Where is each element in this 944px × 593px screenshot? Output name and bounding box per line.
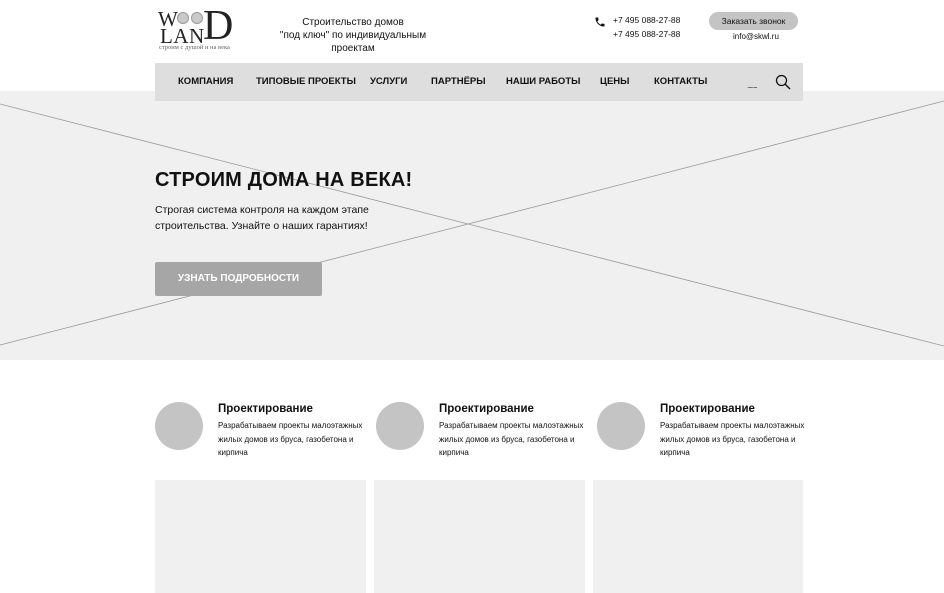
- logo-tagline: строим с душой и на века: [159, 44, 230, 51]
- feature-icon: [597, 402, 645, 450]
- logo[interactable]: W LAN D строим с душой и на века: [157, 3, 239, 55]
- logo-circle-icon: [191, 12, 203, 24]
- feature-item: Проектирование Разрабатываем проекты мал…: [376, 402, 591, 462]
- hero-title: СТРОИМ ДОМА НА ВЕКА!: [155, 169, 413, 191]
- tagline-line2: "под ключ" по индивидуальным проектам: [279, 30, 427, 54]
- phone-numbers: +7 495 088-27-88 +7 495 088-27-88: [613, 14, 680, 41]
- nav-item-our-works[interactable]: НАШИ РАБОТЫ: [506, 76, 580, 88]
- feature-icon: [155, 402, 203, 450]
- project-card-placeholder[interactable]: [593, 480, 803, 593]
- nav-item-company[interactable]: КОМПАНИЯ: [178, 76, 233, 88]
- main-nav: КОМПАНИЯ ТИПОВЫЕ ПРОЕКТЫ УСЛУГИ ПАРТНЁРЫ…: [155, 63, 803, 101]
- project-card-placeholder[interactable]: [374, 480, 585, 593]
- nav-more-dots[interactable]: ........: [747, 81, 758, 90]
- phone-icon: [595, 17, 605, 27]
- feature-text: Разрабатываем проекты малоэтажных жилых …: [439, 421, 584, 457]
- callback-button[interactable]: Заказать звонок: [709, 12, 798, 30]
- email-link[interactable]: info@skwl.ru: [733, 31, 779, 42]
- hero-banner: СТРОИМ ДОМА НА ВЕКА! Строгая система кон…: [0, 91, 944, 360]
- feature-item: Проектирование Разрабатываем проекты мал…: [597, 402, 812, 462]
- learn-more-button[interactable]: УЗНАТЬ ПОДРОБНОСТИ: [155, 262, 322, 296]
- project-card-placeholder[interactable]: [155, 480, 366, 593]
- phone-number-2[interactable]: +7 495 088-27-88: [613, 28, 680, 42]
- feature-text: Разрабатываем проекты малоэтажных жилых …: [218, 421, 363, 457]
- feature-title: Проектирование: [439, 403, 534, 415]
- feature-title: Проектирование: [660, 403, 755, 415]
- hero-subtitle: Строгая система контроля на каждом этапе…: [155, 202, 395, 234]
- feature-item: Проектирование Разрабатываем проекты мал…: [155, 402, 370, 462]
- feature-text: Разрабатываем проекты малоэтажных жилых …: [660, 421, 805, 457]
- tagline-line1: Строительство домов: [302, 17, 404, 28]
- nav-item-contacts[interactable]: КОНТАКТЫ: [654, 76, 707, 88]
- nav-item-typical-projects[interactable]: ТИПОВЫЕ ПРОЕКТЫ: [256, 76, 356, 88]
- phone-number-1[interactable]: +7 495 088-27-88: [613, 14, 680, 28]
- nav-item-services[interactable]: УСЛУГИ: [370, 76, 407, 88]
- hero-subtitle-line2: строительства. Узнайте о наших гарантиях…: [155, 220, 368, 232]
- nav-item-partners[interactable]: ПАРТНЁРЫ: [431, 76, 486, 88]
- logo-letter-d: D: [203, 3, 234, 49]
- search-icon[interactable]: [775, 74, 791, 90]
- nav-item-prices[interactable]: ЦЕНЫ: [600, 76, 629, 88]
- feature-icon: [376, 402, 424, 450]
- hero-subtitle-line1: Строгая система контроля на каждом этапе: [155, 204, 369, 216]
- feature-title: Проектирование: [218, 403, 313, 415]
- header-tagline: Строительство домов "под ключ" по индиви…: [260, 16, 446, 55]
- hero-image-placeholder: [0, 100, 944, 347]
- logo-circle-icon: [177, 12, 189, 24]
